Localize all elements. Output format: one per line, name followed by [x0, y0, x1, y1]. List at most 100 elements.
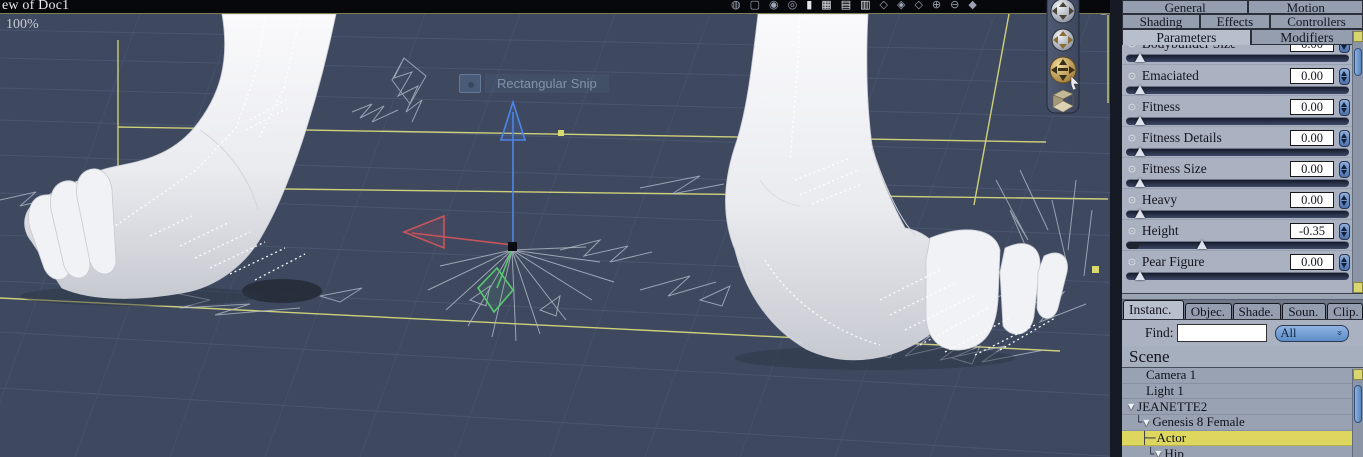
- slider-thumb[interactable]: [1197, 240, 1208, 249]
- tab-general[interactable]: General: [1122, 0, 1249, 14]
- orbit-control[interactable]: [1050, 0, 1076, 24]
- scene-tree: Camera 1 Light 1 ▼ JEANETTE2 └ ▼ Genesis…: [1122, 367, 1363, 457]
- right-foot-mesh[interactable]: [725, 13, 1068, 361]
- param-slider[interactable]: [1126, 209, 1349, 218]
- expand-arrow-icon[interactable]: ▼: [1155, 449, 1161, 457]
- param-slider[interactable]: [1126, 116, 1349, 125]
- find-input[interactable]: [1176, 324, 1267, 342]
- tab-instances[interactable]: Instanc.: [1123, 300, 1184, 319]
- tab-sounds[interactable]: Soun.: [1282, 303, 1327, 319]
- tab-effects[interactable]: Effects: [1199, 14, 1271, 29]
- tab-controllers[interactable]: Controllers: [1270, 14, 1363, 29]
- viewport-3d[interactable]: ew of Doc1 ◍ ▢ ◉ ◎ ▮ ▦ ▤ ▥ ◇ ◈ ◇ ⊕ ⊖ ◆ 1…: [0, 0, 1122, 457]
- scrollbar-thumb[interactable]: [1354, 48, 1362, 76]
- translate-gizmo[interactable]: [401, 99, 527, 314]
- gear-icon[interactable]: ⚙: [1127, 256, 1137, 269]
- gear-icon[interactable]: ⚙: [1127, 163, 1137, 176]
- gear-icon[interactable]: ⚙: [1127, 101, 1137, 114]
- tab-shaders[interactable]: Shade.: [1232, 303, 1282, 319]
- param-slider[interactable]: [1126, 178, 1349, 187]
- tree-item-hip[interactable]: └ ▼ Hip: [1122, 446, 1363, 457]
- param-value-input[interactable]: 0.00: [1290, 68, 1334, 84]
- expand-arrow-icon[interactable]: ▼: [1128, 402, 1134, 411]
- orbit-down-icon[interactable]: ⊖: [950, 0, 959, 11]
- param-value-input[interactable]: 0.00: [1290, 130, 1334, 146]
- layout-rows-icon[interactable]: ▤: [841, 0, 851, 11]
- tab-shading[interactable]: Shading: [1122, 14, 1200, 29]
- panel-splitter[interactable]: [1110, 0, 1122, 457]
- slider-thumb[interactable]: [1134, 53, 1145, 62]
- dual-camera-icon[interactable]: ◉: [769, 0, 779, 11]
- param-spinner[interactable]: [1339, 67, 1350, 85]
- scrollbar-cap[interactable]: [1353, 369, 1363, 380]
- slider-thumb[interactable]: [1134, 178, 1145, 187]
- panel-divider[interactable]: [1122, 293, 1363, 300]
- param-spinner[interactable]: [1339, 253, 1350, 271]
- gizmo-y-arrow[interactable]: [499, 99, 527, 141]
- gear-icon[interactable]: ⚙: [1127, 70, 1137, 83]
- param-slider[interactable]: [1126, 240, 1349, 249]
- slider-thumb[interactable]: [1134, 85, 1145, 94]
- expand-arrow-icon[interactable]: ▼: [1143, 418, 1149, 427]
- param-value-input[interactable]: -0.35: [1290, 223, 1334, 239]
- sphere-icon[interactable]: ◍: [731, 0, 741, 11]
- tab-objects[interactable]: Objec.: [1184, 303, 1232, 319]
- param-value-input[interactable]: 0.00: [1290, 254, 1334, 270]
- cube-icon[interactable]: ▢: [750, 0, 760, 11]
- tab-clips[interactable]: Clip.: [1327, 303, 1363, 319]
- wire-sphere-solid-icon[interactable]: ◈: [897, 0, 905, 11]
- tree-item-jeanette2[interactable]: ▼ JEANETTE2: [1122, 399, 1363, 416]
- param-value-input[interactable]: 0.00: [1290, 99, 1334, 115]
- slider-thumb[interactable]: [1134, 209, 1145, 218]
- target-icon[interactable]: ◎: [788, 0, 798, 11]
- gear-icon[interactable]: ⚙: [1127, 194, 1137, 207]
- layout-quad-icon[interactable]: ▦: [821, 0, 831, 11]
- param-value-input[interactable]: 0.00: [1290, 45, 1334, 52]
- tree-item-light[interactable]: Light 1: [1122, 383, 1363, 400]
- tab-modifiers[interactable]: Modifiers: [1250, 29, 1363, 45]
- wire-cube-icon[interactable]: ◇: [914, 0, 922, 11]
- scene-scrollbar[interactable]: [1352, 369, 1363, 457]
- scrollbar-thumb[interactable]: [1354, 385, 1362, 423]
- layout-single-icon[interactable]: ▮: [806, 0, 812, 11]
- param-row-fitness-details: ⚙ Fitness Details 0.00: [1122, 126, 1352, 157]
- tree-item-label: Genesis 8 Female: [1152, 414, 1245, 430]
- param-value-input[interactable]: 0.00: [1290, 192, 1334, 208]
- gear-icon[interactable]: ⚙: [1127, 45, 1137, 51]
- param-slider[interactable]: [1126, 85, 1349, 94]
- filter-dropdown[interactable]: All »: [1274, 324, 1349, 342]
- tree-item-actor-selected[interactable]: ├─ Actor: [1122, 430, 1363, 447]
- tab-parameters[interactable]: Parameters: [1122, 29, 1251, 45]
- filter-dropdown-value: All: [1280, 325, 1297, 340]
- param-spinner[interactable]: [1339, 160, 1350, 178]
- pan-control[interactable]: [1051, 28, 1075, 52]
- param-slider[interactable]: [1126, 147, 1349, 156]
- scrollbar-cap[interactable]: [1353, 282, 1363, 293]
- param-value-input[interactable]: 0.00: [1290, 161, 1334, 177]
- slider-thumb[interactable]: [1134, 147, 1145, 156]
- slider-thumb[interactable]: [1134, 271, 1145, 280]
- tree-item-camera[interactable]: Camera 1: [1122, 367, 1363, 384]
- param-spinner[interactable]: [1339, 45, 1350, 53]
- parameters-scrollbar[interactable]: [1352, 31, 1363, 293]
- viewport-canvas[interactable]: [0, 0, 1122, 457]
- orbit-up-icon[interactable]: ⊕: [932, 0, 941, 11]
- gizmo-center-handle[interactable]: [508, 242, 517, 251]
- slider-thumb[interactable]: [1134, 116, 1145, 125]
- param-slider[interactable]: [1126, 53, 1349, 62]
- gear-icon[interactable]: ⚙: [1127, 132, 1137, 145]
- scrollbar-cap[interactable]: [1353, 31, 1363, 42]
- tree-item-genesis-8-female[interactable]: └ ▼ Genesis 8 Female: [1122, 414, 1363, 431]
- wire-sphere-icon[interactable]: ◇: [880, 0, 888, 11]
- gear-icon[interactable]: ⚙: [1127, 225, 1137, 238]
- param-spinner[interactable]: [1339, 191, 1350, 209]
- frame-view-icon[interactable]: ◆: [968, 0, 976, 11]
- param-spinner[interactable]: [1339, 98, 1350, 116]
- left-foot-mesh[interactable]: [24, 13, 337, 299]
- layout-columns-icon[interactable]: ▥: [860, 0, 870, 11]
- gizmo-x-arrow[interactable]: [401, 214, 445, 250]
- tab-motion[interactable]: Motion: [1248, 0, 1363, 14]
- param-spinner[interactable]: [1339, 129, 1350, 147]
- param-spinner[interactable]: [1339, 222, 1350, 240]
- param-slider[interactable]: [1126, 271, 1349, 280]
